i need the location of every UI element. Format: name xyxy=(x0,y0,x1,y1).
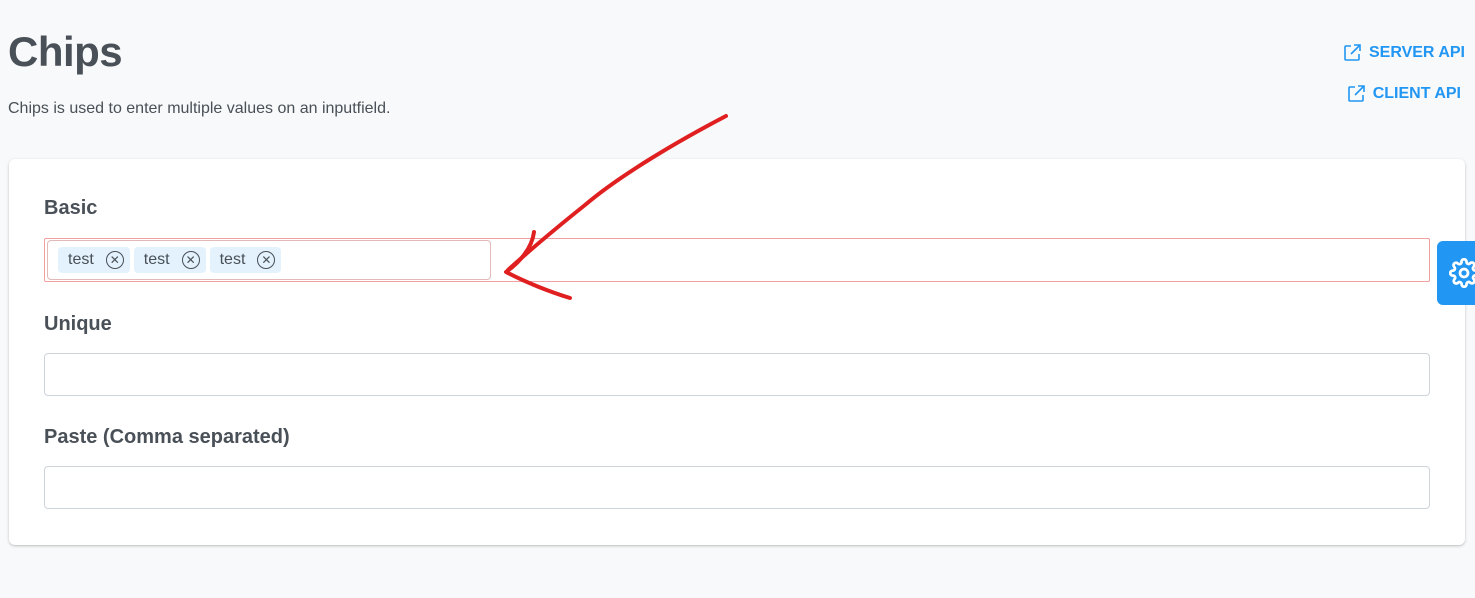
chip: test ✕ xyxy=(58,247,130,273)
chip-remove-icon[interactable]: ✕ xyxy=(181,251,200,269)
basic-label: Basic xyxy=(44,197,98,219)
external-link-icon xyxy=(1347,85,1365,102)
basic-chips-input[interactable]: test ✕ test ✕ test ✕ xyxy=(47,240,491,280)
chip-label: test xyxy=(68,251,94,268)
page-description: Chips is used to enter multiple values o… xyxy=(8,100,391,117)
chip-remove-icon[interactable]: ✕ xyxy=(105,251,124,269)
paste-label: Paste (Comma separated) xyxy=(44,426,290,448)
page-title: Chips xyxy=(8,28,123,75)
gear-icon xyxy=(1449,258,1475,288)
chip-label: test xyxy=(219,251,246,268)
chip: test ✕ xyxy=(209,247,282,273)
demo-card: Basic test ✕ test ✕ test ✕ Unique Paste … xyxy=(9,159,1465,545)
server-api-label: SERVER API xyxy=(1368,44,1465,61)
unique-label: Unique xyxy=(44,313,112,335)
paste-chips-input[interactable] xyxy=(44,466,1430,509)
chip-label: test xyxy=(143,251,170,268)
client-api-label: CLIENT API xyxy=(1372,85,1461,102)
server-api-link[interactable]: SERVER API xyxy=(1343,44,1465,62)
config-button[interactable] xyxy=(1437,241,1475,305)
chip-remove-icon[interactable]: ✕ xyxy=(257,251,276,269)
unique-chips-input[interactable] xyxy=(44,353,1430,396)
external-link-icon xyxy=(1344,44,1361,61)
client-api-link[interactable]: CLIENT API xyxy=(1347,85,1461,103)
chip: test ✕ xyxy=(133,247,206,273)
basic-chips-container: test ✕ test ✕ test ✕ xyxy=(44,238,1430,282)
